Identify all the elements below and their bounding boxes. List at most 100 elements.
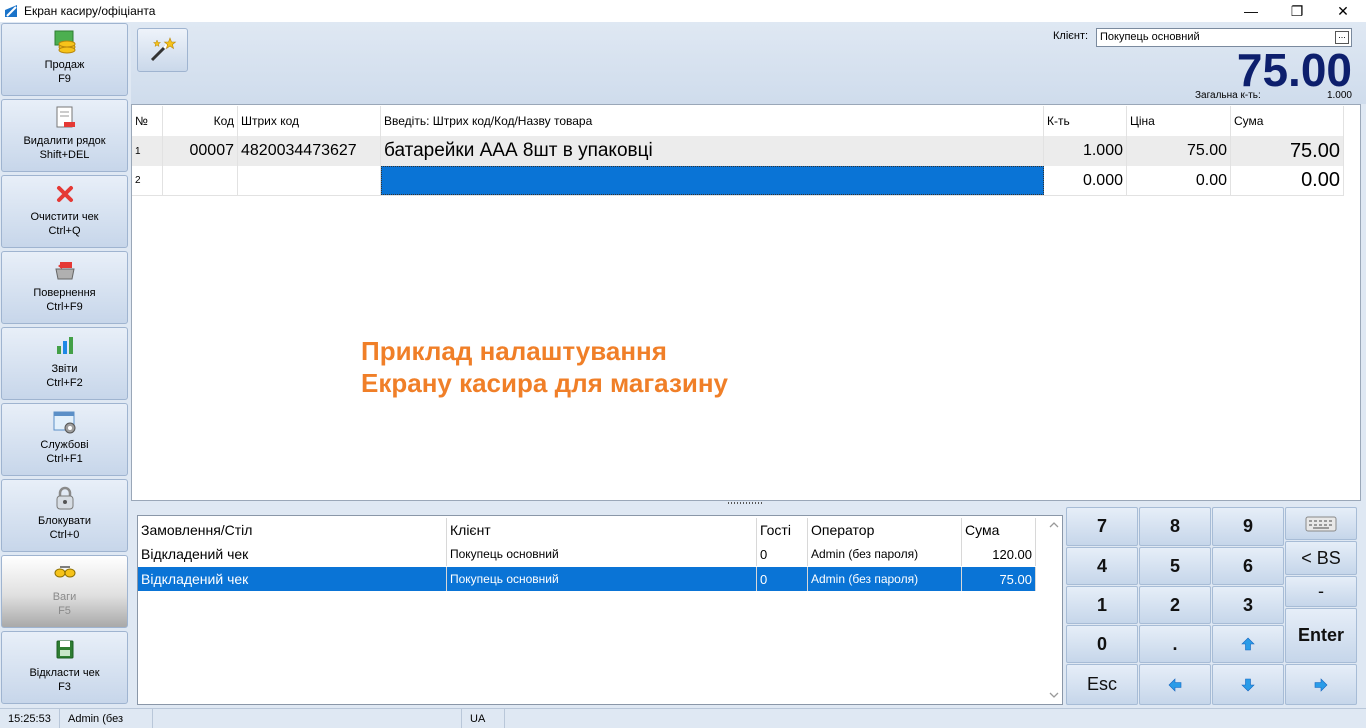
splitter-handle[interactable] — [728, 501, 764, 505]
key-0[interactable]: 0 — [1066, 625, 1138, 663]
caption-line-1: Приклад налаштування — [361, 336, 667, 366]
status-extra — [505, 709, 1366, 728]
esc-button[interactable]: Esc — [1066, 664, 1138, 705]
list-item[interactable]: Відкладений чек Покупець основний 0 Admi… — [138, 542, 1036, 566]
sidebar-item-reports[interactable]: Звіти Ctrl+F2 — [1, 327, 128, 400]
client-value: Покупець основний — [1100, 31, 1200, 43]
sidebar-item-label: Ваги — [52, 591, 77, 603]
key-7[interactable]: 7 — [1066, 507, 1138, 546]
key-dot[interactable]: . — [1139, 625, 1211, 663]
backspace-button[interactable]: < BS — [1285, 541, 1357, 575]
title-bar: Екран касиру/офіціанта — ❐ ✕ — [0, 0, 1366, 22]
sidebar-item-return[interactable]: Повернення Ctrl+F9 — [1, 251, 128, 324]
col-operator-header: Оператор — [808, 518, 962, 542]
magic-wand-icon — [150, 37, 176, 62]
sidebar-item-defer-check[interactable]: Відкласти чек F3 — [1, 631, 128, 704]
arrow-down-button[interactable] — [1212, 664, 1284, 705]
col-code-header: Код — [163, 106, 238, 136]
scroll-down-icon[interactable] — [1046, 688, 1062, 702]
client-browse-button[interactable]: ... — [1335, 31, 1349, 44]
total-amount: 75.00 — [1236, 44, 1352, 96]
receipt-table: № Код Штрих код Введіть: Штрих код/Код/Н… — [131, 104, 1361, 501]
cell-price: 0.00 — [1127, 166, 1231, 195]
product-entry-input[interactable] — [381, 166, 1044, 195]
held-guests: 0 — [757, 567, 808, 591]
sidebar-item-label: Повернення — [33, 287, 96, 299]
caption-line-2: Екрану касира для магазину — [361, 368, 729, 398]
arrow-up-icon — [1241, 637, 1255, 651]
sidebar-item-sale[interactable]: Продаж F9 — [1, 23, 128, 96]
held-order: Відкладений чек — [138, 567, 447, 591]
cell-barcode: 4820034473627 — [238, 136, 381, 166]
arrow-left-icon — [1168, 677, 1182, 692]
reports-icon — [52, 333, 78, 359]
key-8[interactable]: 8 — [1139, 507, 1211, 546]
return-icon — [52, 257, 78, 283]
held-operator: Admin (без пароля) — [808, 542, 962, 566]
clear-x-icon — [52, 181, 78, 207]
enter-button[interactable]: Enter — [1285, 608, 1357, 663]
top-toolbar: Клієнт: Покупець основний ... 75.00 Зага… — [131, 22, 1366, 104]
sidebar-item-scales: Ваги F5 — [1, 555, 128, 628]
keyboard-button[interactable] — [1285, 507, 1357, 540]
magic-wand-button[interactable] — [137, 28, 188, 72]
sidebar-item-lock[interactable]: Блокувати Ctrl+0 — [1, 479, 128, 552]
key-3[interactable]: 3 — [1212, 586, 1284, 624]
receipt-header-row: № Код Штрих код Введіть: Штрих код/Код/Н… — [132, 106, 1344, 136]
window-title: Екран касиру/офіціанта — [24, 4, 156, 18]
key-6[interactable]: 6 — [1212, 547, 1284, 585]
sidebar-item-label: Відкласти чек — [29, 667, 100, 679]
client-label: Клієнт: — [1053, 30, 1089, 42]
sidebar-item-label: Звіти — [51, 363, 78, 375]
minus-button[interactable]: - — [1285, 576, 1357, 607]
held-order: Відкладений чек — [138, 542, 447, 566]
table-row[interactable]: 2 0.000 0.00 0.00 — [132, 166, 1344, 196]
delete-line-icon — [52, 105, 78, 131]
coins-icon — [52, 29, 78, 55]
sidebar-item-shortcut: Ctrl+F2 — [46, 377, 83, 389]
arrow-right-button[interactable] — [1285, 664, 1357, 705]
scales-icon — [52, 561, 78, 587]
sidebar-item-label: Блокувати — [38, 515, 91, 527]
cell-price: 75.00 — [1127, 136, 1231, 166]
sidebar-item-delete-line[interactable]: Видалити рядок Shift+DEL — [1, 99, 128, 172]
sidebar-item-label: Службові — [40, 439, 89, 451]
sidebar-item-shortcut: F3 — [58, 681, 71, 693]
key-1[interactable]: 1 — [1066, 586, 1138, 624]
close-button[interactable]: ✕ — [1320, 0, 1366, 22]
held-client: Покупець основний — [447, 567, 757, 591]
sidebar-item-shortcut: Ctrl+Q — [48, 225, 81, 237]
minimize-button[interactable]: — — [1228, 0, 1274, 22]
key-4[interactable]: 4 — [1066, 547, 1138, 585]
key-5[interactable]: 5 — [1139, 547, 1211, 585]
sidebar-item-shortcut: Ctrl+0 — [49, 529, 80, 541]
sidebar-item-label: Продаж — [44, 59, 85, 71]
scroll-up-icon[interactable] — [1046, 518, 1062, 532]
status-bar: 15:25:53 Admin (без UA — [0, 708, 1366, 728]
arrow-up-button[interactable] — [1212, 625, 1284, 663]
col-barcode-header: Штрих код — [238, 106, 381, 136]
table-row[interactable]: 1 00007 4820034473627 батарейки ААА 8шт … — [132, 136, 1344, 166]
col-guests-header: Гості — [757, 518, 808, 542]
arrow-left-button[interactable] — [1139, 664, 1211, 705]
list-item[interactable]: Відкладений чек Покупець основний 0 Admi… — [138, 567, 1036, 591]
col-name-header: Введіть: Штрих код/Код/Назву товара — [381, 106, 1044, 136]
key-9[interactable]: 9 — [1212, 507, 1284, 546]
sidebar-item-shortcut: Ctrl+F9 — [46, 301, 83, 313]
cell-barcode — [238, 166, 381, 195]
status-time: 15:25:53 — [0, 709, 60, 728]
col-sum-header: Сума — [962, 518, 1036, 542]
restore-button[interactable]: ❐ — [1274, 0, 1320, 22]
cell-num: 2 — [132, 166, 163, 195]
held-operator: Admin (без пароля) — [808, 567, 962, 591]
held-list-scrollbar[interactable] — [1046, 516, 1062, 704]
cell-qty: 0.000 — [1044, 166, 1127, 195]
sidebar-item-clear-check[interactable]: Очистити чек Ctrl+Q — [1, 175, 128, 248]
sidebar-item-shortcut: F9 — [58, 73, 71, 85]
cell-qty: 1.000 — [1044, 136, 1127, 166]
col-price-header: Ціна — [1127, 106, 1231, 136]
sidebar-item-label: Видалити рядок — [23, 135, 106, 147]
key-2[interactable]: 2 — [1139, 586, 1211, 624]
sidebar-item-service[interactable]: Службові Ctrl+F1 — [1, 403, 128, 476]
held-guests: 0 — [757, 542, 808, 566]
